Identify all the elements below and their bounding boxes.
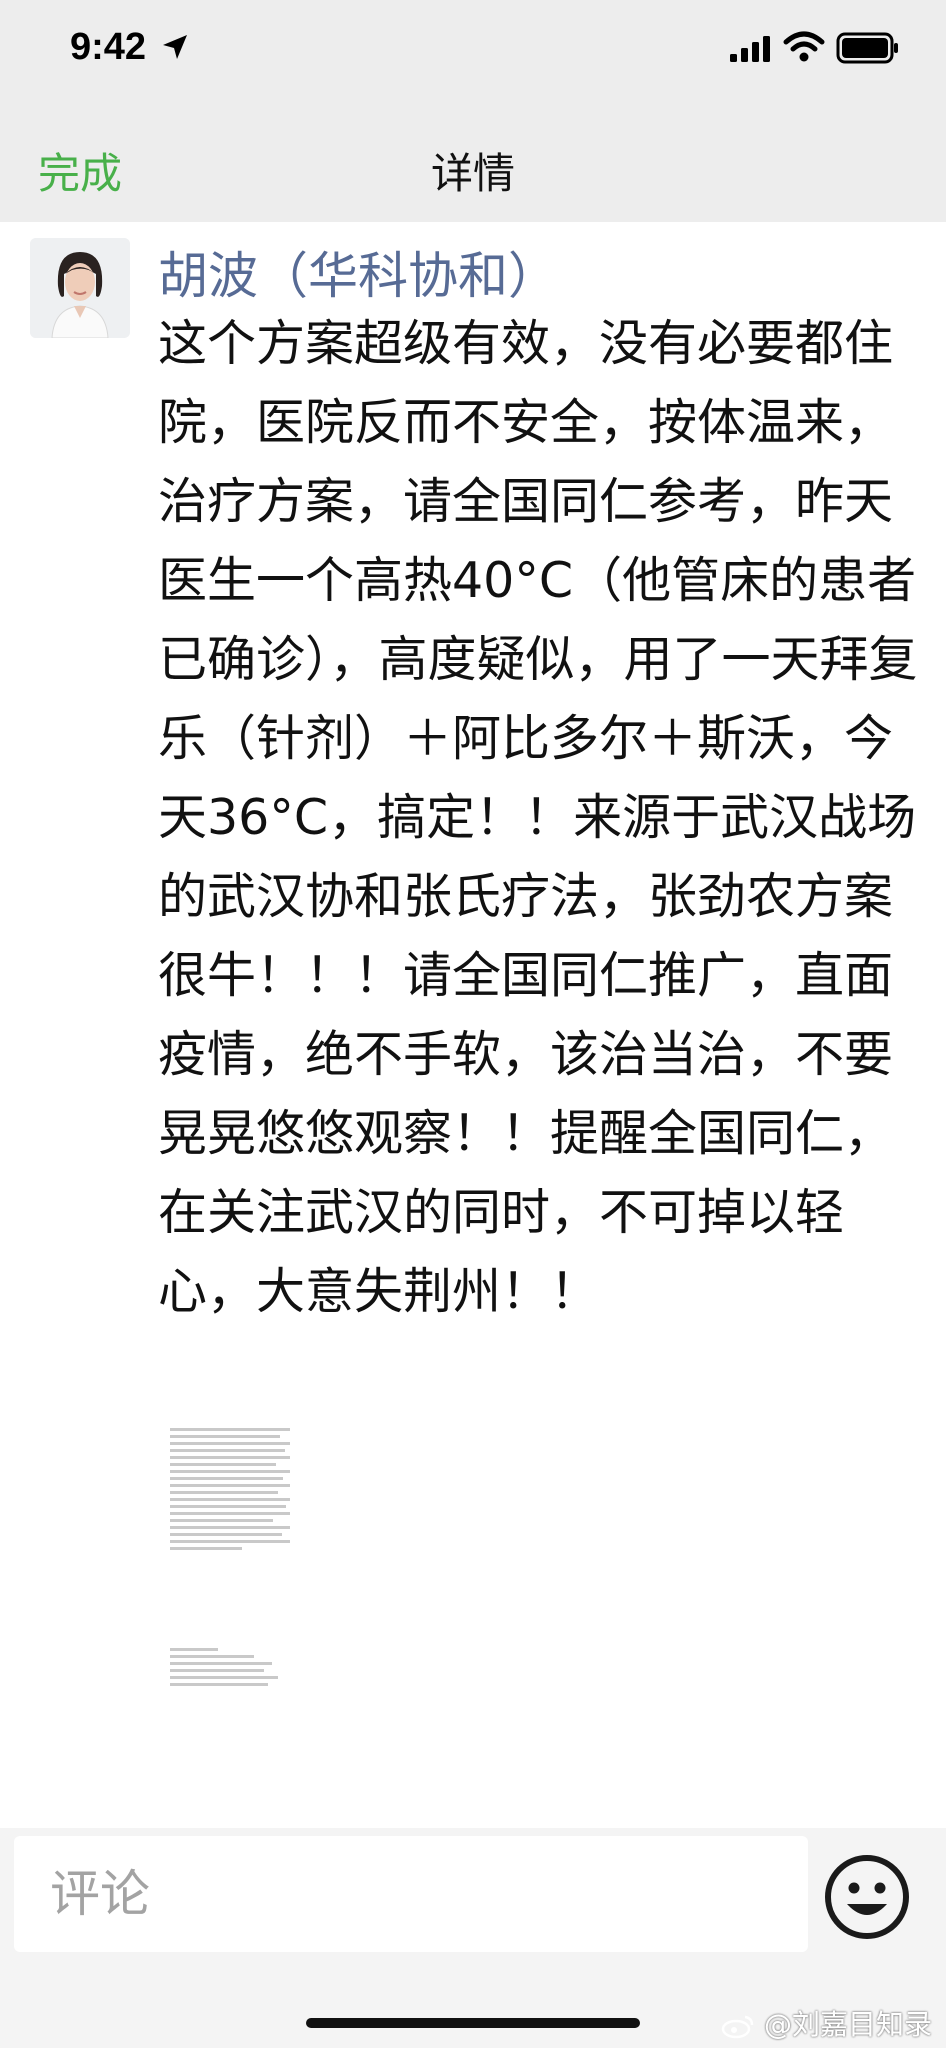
avatar-portrait-icon — [30, 238, 130, 338]
avatar[interactable] — [30, 238, 130, 338]
watermark-text: @刘嘉目知录 — [763, 2008, 932, 2041]
home-indicator — [306, 2018, 640, 2028]
cellular-signal-icon — [730, 36, 770, 62]
location-arrow-icon — [163, 35, 187, 59]
watermark: @刘嘉目知录 — [721, 2003, 932, 2043]
status-time: 9:42 — [70, 26, 147, 68]
post-text: 这个方案超级有效，没有必要都住院，医院反而不安全，按体温来，治疗方案，请全国同仁… — [158, 315, 918, 1320]
attached-document-image-1[interactable] — [170, 1428, 290, 1554]
battery-icon — [836, 32, 898, 64]
wifi-icon — [783, 31, 825, 62]
weibo-logo-icon — [721, 2015, 754, 2039]
comment-input[interactable] — [14, 1836, 808, 1952]
emoji-icon[interactable] — [822, 1852, 912, 1942]
page-title: 详情 — [430, 149, 515, 198]
post-author-name[interactable]: 胡波（华科协和） — [158, 236, 558, 308]
attached-document-image-2[interactable] — [170, 1648, 290, 1690]
